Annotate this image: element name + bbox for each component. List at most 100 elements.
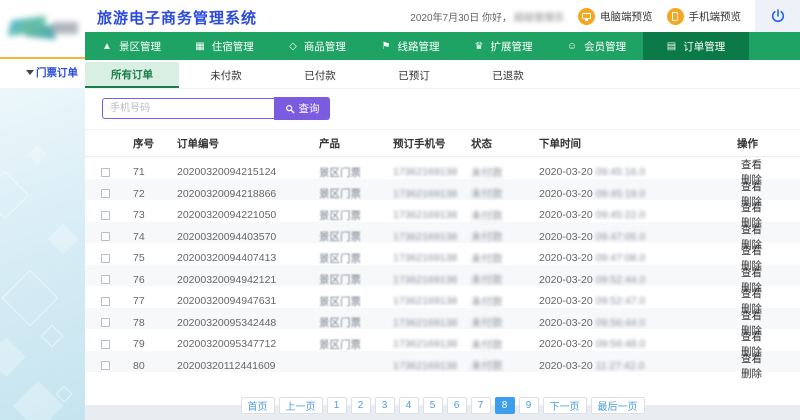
col-status: 状态 bbox=[471, 136, 539, 151]
mobile-preview-button[interactable]: 手机端预览 bbox=[667, 8, 742, 25]
search-bar: 查询 bbox=[85, 89, 800, 130]
page-number-button[interactable]: 7 bbox=[471, 397, 491, 414]
main-nav: ▲ 景区管理 ▦ 住宿管理 ◇ 商品管理 ⚑ 线路管理 ♛ 扩展管理 bbox=[85, 32, 800, 60]
tab-label: 未付款 bbox=[210, 68, 242, 83]
view-link[interactable]: 查看 bbox=[741, 245, 762, 257]
row-checkbox[interactable] bbox=[101, 297, 110, 306]
tab[interactable]: 已付款 bbox=[273, 62, 367, 88]
tab[interactable]: 已预订 bbox=[367, 62, 461, 88]
cell-seq: 80 bbox=[133, 360, 177, 372]
view-link[interactable]: 查看 bbox=[741, 159, 762, 171]
cell-order-no: 20200320094947631 bbox=[177, 295, 319, 307]
tab[interactable]: 未付款 bbox=[179, 62, 273, 88]
logout-power-button[interactable] bbox=[755, 0, 800, 32]
cell-order-no: 20200320095347712 bbox=[177, 338, 319, 350]
cell-order-no: 20200320094221050 bbox=[177, 209, 319, 221]
row-checkbox[interactable] bbox=[101, 254, 110, 263]
cell-time: 2020-03-20 09:47:08.0 bbox=[539, 252, 729, 264]
caret-down-icon bbox=[26, 70, 34, 75]
view-link[interactable]: 查看 bbox=[741, 202, 762, 214]
nav-item-label: 订单管理 bbox=[683, 39, 725, 54]
page-number-button[interactable]: 6 bbox=[447, 397, 467, 414]
first-page-button[interactable]: 首页 bbox=[241, 397, 275, 414]
nav-item[interactable]: ▤ 订单管理 bbox=[643, 32, 749, 60]
cell-order-no: 20200320094218866 bbox=[177, 188, 319, 200]
cell-time: 2020-03-20 09:45:19.0 bbox=[539, 188, 729, 200]
cell-phone: 17362169138 bbox=[393, 209, 471, 221]
page-number-button[interactable]: 3 bbox=[375, 397, 395, 414]
cell-order-no: 20200320112441609 bbox=[177, 360, 319, 372]
prev-page-button[interactable]: 上一页 bbox=[279, 397, 323, 414]
cell-seq: 72 bbox=[133, 188, 177, 200]
page-number-button[interactable]: 9 bbox=[519, 397, 539, 414]
main-content: 所有订单 未付款 已付款 已预订 已退款 bbox=[85, 60, 800, 405]
row-checkbox[interactable] bbox=[101, 211, 110, 220]
view-link[interactable]: 查看 bbox=[741, 181, 762, 193]
row-checkbox[interactable] bbox=[101, 189, 110, 198]
view-link[interactable]: 查看 bbox=[741, 267, 762, 279]
app-window: 旅游电子商务管理系统 2020年7月30日 你好， 超级管理员 电脑端预览 手机… bbox=[0, 0, 800, 420]
delete-link[interactable]: 删除 bbox=[741, 368, 762, 380]
table-row: 73 20200320094221050 景区门票 17362169138 未付… bbox=[85, 200, 800, 222]
cell-product: 景区门票 bbox=[319, 208, 393, 223]
nav-item[interactable]: ♛ 扩展管理 bbox=[457, 32, 550, 60]
row-checkbox[interactable] bbox=[101, 340, 110, 349]
cell-product: 景区门票 bbox=[319, 165, 393, 180]
page-number-button[interactable]: 5 bbox=[423, 397, 443, 414]
nav-item-label: 景区管理 bbox=[119, 39, 161, 54]
cell-product: 景区门票 bbox=[319, 229, 393, 244]
view-link[interactable]: 查看 bbox=[741, 353, 762, 365]
nav-item-label: 会员管理 bbox=[584, 39, 626, 54]
table-row: 80 20200320112441609 17362169138 未付款 202… bbox=[85, 351, 800, 373]
table-body: 71 20200320094215124 景区门票 17362169138 未付… bbox=[85, 157, 800, 372]
tab-label: 已预订 bbox=[398, 68, 430, 83]
nav-item-icon: ♛ bbox=[475, 41, 484, 52]
row-checkbox[interactable] bbox=[101, 168, 110, 177]
table-row: 74 20200320094403570 景区门票 17362169138 未付… bbox=[85, 222, 800, 244]
nav-item[interactable]: ☺ 会员管理 bbox=[550, 32, 643, 60]
table-row: 75 20200320094407413 景区门票 17362169138 未付… bbox=[85, 243, 800, 265]
cell-actions: 查看 删除 bbox=[729, 351, 762, 381]
logo-image bbox=[8, 12, 78, 46]
view-link[interactable]: 查看 bbox=[741, 331, 762, 343]
pc-preview-button[interactable]: 电脑端预览 bbox=[578, 8, 653, 25]
cell-product: 景区门票 bbox=[319, 315, 393, 330]
nav-item[interactable]: ⚑ 线路管理 bbox=[364, 32, 457, 60]
cell-product: 景区门票 bbox=[319, 272, 393, 287]
view-link[interactable]: 查看 bbox=[741, 224, 762, 236]
view-link[interactable]: 查看 bbox=[741, 288, 762, 300]
cell-product: 景区门票 bbox=[319, 251, 393, 266]
cell-time: 2020-03-20 09:52:44.0 bbox=[539, 274, 729, 286]
top-header: 旅游电子商务管理系统 2020年7月30日 你好， 超级管理员 电脑端预览 手机… bbox=[0, 0, 800, 32]
sidebar-background-pattern bbox=[0, 88, 85, 420]
cell-seq: 74 bbox=[133, 231, 177, 243]
row-checkbox[interactable] bbox=[101, 232, 110, 241]
sidebar-item-label: 门票订单 bbox=[36, 65, 78, 80]
sidebar-item-ticket-orders[interactable]: 门票订单 bbox=[0, 59, 85, 86]
page-number-button[interactable]: 8 bbox=[495, 397, 515, 414]
cell-phone: 17362169138 bbox=[393, 295, 471, 307]
cell-seq: 79 bbox=[133, 338, 177, 350]
table-header-row: 序号 订单编号 产品 预订手机号 状态 下单时间 操作 bbox=[85, 130, 800, 157]
row-checkbox[interactable] bbox=[101, 318, 110, 327]
cell-status: 未付款 bbox=[471, 294, 539, 309]
page-number-button[interactable]: 2 bbox=[351, 397, 371, 414]
cell-seq: 78 bbox=[133, 317, 177, 329]
tab[interactable]: 已退款 bbox=[461, 62, 555, 88]
row-checkbox[interactable] bbox=[101, 275, 110, 284]
row-checkbox[interactable] bbox=[101, 361, 110, 370]
nav-item[interactable]: ◇ 商品管理 bbox=[271, 32, 364, 60]
phone-search-input[interactable] bbox=[102, 98, 274, 119]
search-button[interactable]: 查询 bbox=[274, 97, 330, 120]
tab[interactable]: 所有订单 bbox=[85, 62, 179, 88]
col-phone: 预订手机号 bbox=[393, 136, 471, 151]
col-product: 产品 bbox=[319, 136, 393, 151]
next-page-button[interactable]: 下一页 bbox=[543, 397, 587, 414]
nav-item[interactable]: ▲ 景区管理 bbox=[85, 32, 178, 60]
page-number-button[interactable]: 1 bbox=[327, 397, 347, 414]
nav-item[interactable]: ▦ 住宿管理 bbox=[178, 32, 271, 60]
view-link[interactable]: 查看 bbox=[741, 310, 762, 322]
page-title: 旅游电子商务管理系统 bbox=[97, 7, 257, 28]
last-page-button[interactable]: 最后一页 bbox=[591, 397, 645, 414]
page-number-button[interactable]: 4 bbox=[399, 397, 419, 414]
